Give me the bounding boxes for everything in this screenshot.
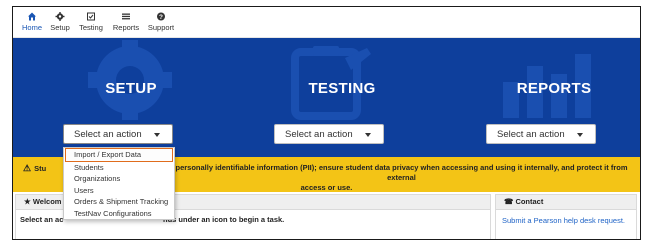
- svg-text:?: ?: [159, 14, 163, 21]
- nav-support-label: Support: [147, 23, 175, 32]
- testing-title: TESTING: [308, 80, 376, 97]
- nav-support[interactable]: ? Support: [146, 11, 176, 32]
- setup-action-menu: Import / Export Data Students Organizati…: [63, 147, 175, 220]
- reports-action-select[interactable]: Select an action: [486, 124, 596, 144]
- welcome-text-end: nus under an icon to begin a task.: [163, 215, 285, 224]
- gear-icon: [55, 12, 65, 21]
- menu-item-students[interactable]: Students: [64, 162, 174, 174]
- checklist-icon: [87, 12, 95, 21]
- menu-item-testnav-config[interactable]: TestNav Configurations: [64, 208, 174, 220]
- testing-action-select[interactable]: Select an action: [274, 124, 384, 144]
- menu-item-organizations[interactable]: Organizations: [64, 173, 174, 185]
- reports-select-value: Select an action: [497, 129, 565, 140]
- nav-home[interactable]: Home: [21, 11, 43, 32]
- nav-testing[interactable]: Testing: [76, 11, 106, 32]
- star-icon: ★: [24, 197, 31, 206]
- welcome-text-start: Select an ac: [20, 215, 64, 224]
- help-icon: ?: [157, 12, 165, 21]
- menu-item-import-export[interactable]: Import / Export Data: [65, 148, 173, 162]
- help-desk-link[interactable]: Submit a Pearson help desk request.: [496, 210, 636, 225]
- nav-setup[interactable]: Setup: [47, 11, 73, 32]
- menu-item-users[interactable]: Users: [64, 185, 174, 197]
- phone-icon: ☎: [504, 197, 514, 206]
- setup-action-select[interactable]: Select an action: [63, 124, 173, 144]
- contact-panel: ☎ Contact Submit a Pearson help desk req…: [495, 194, 637, 239]
- chevron-down-icon: [154, 133, 160, 137]
- action-banner: SETUP TESTING REPORTS Select an action S…: [13, 38, 640, 157]
- warning-icon: ⚠: [23, 163, 32, 173]
- top-nav: Home Setup Testing Reports ? Support: [13, 7, 640, 38]
- setup-title: SETUP: [105, 80, 157, 97]
- home-icon: [28, 12, 36, 21]
- reports-icon: [122, 13, 130, 20]
- menu-item-orders-shipment[interactable]: Orders & Shipment Tracking: [64, 196, 174, 208]
- app-frame: Home Setup Testing Reports ? Support SET…: [12, 6, 641, 240]
- nav-testing-label: Testing: [79, 23, 103, 32]
- reports-title: REPORTS: [516, 80, 592, 97]
- testing-select-value: Select an action: [285, 129, 353, 140]
- nav-setup-label: Setup: [50, 23, 70, 32]
- contact-title: Contact: [515, 197, 544, 206]
- welcome-title: Welcom: [32, 197, 62, 206]
- warning-text-start: Stu: [34, 164, 47, 173]
- chevron-down-icon: [365, 133, 371, 137]
- chevron-down-icon: [577, 133, 583, 137]
- nav-reports-label: Reports: [112, 23, 140, 32]
- nav-reports[interactable]: Reports: [110, 11, 142, 32]
- nav-home-label: Home: [21, 23, 42, 32]
- setup-select-value: Select an action: [74, 129, 142, 140]
